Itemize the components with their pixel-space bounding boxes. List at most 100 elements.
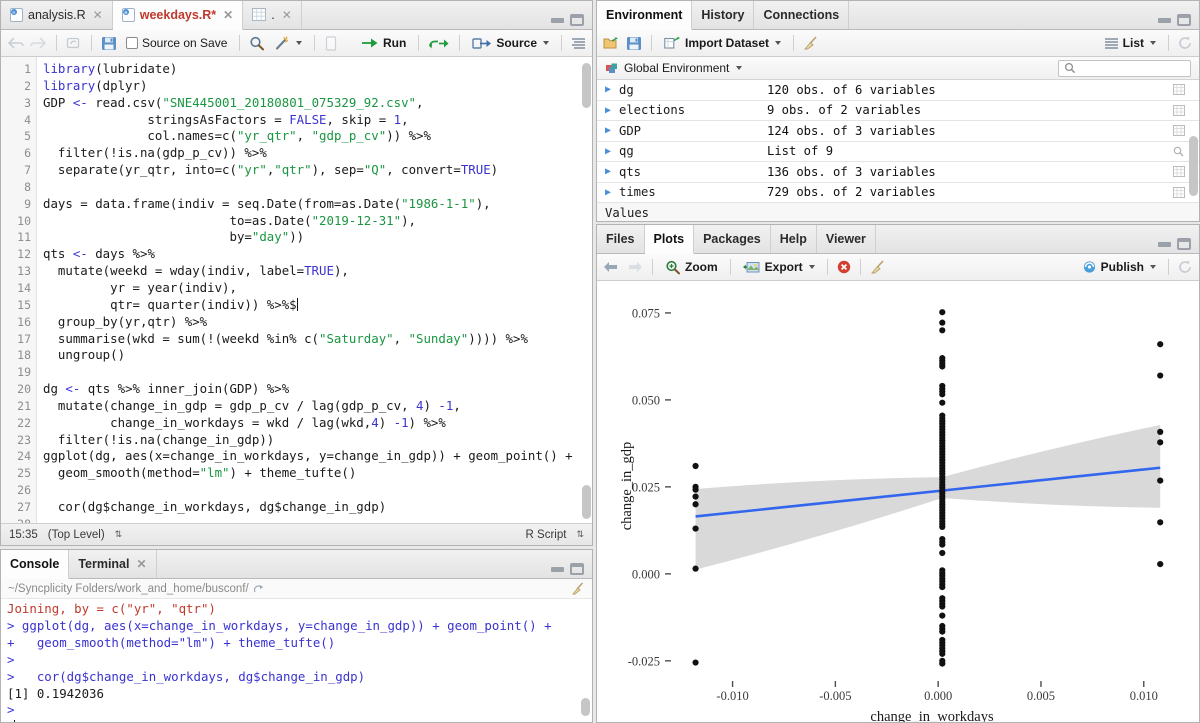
code-line[interactable]: dg <- qts %>% inner_join(GDP) %>% — [43, 381, 592, 398]
show-in-new-window-icon[interactable] — [66, 36, 82, 50]
tab-connections[interactable]: Connections — [754, 1, 850, 29]
close-icon[interactable]: ✕ — [223, 8, 233, 22]
code-line[interactable] — [43, 364, 592, 381]
tab-history[interactable]: History — [692, 1, 755, 29]
maximize-pane-icon[interactable] — [570, 563, 584, 575]
environment-row[interactable]: ▶ qg List of 9 — [597, 142, 1199, 162]
table-view-icon[interactable] — [1173, 84, 1199, 96]
save-icon[interactable] — [101, 36, 117, 51]
code-line[interactable]: separate(yr_qtr, into=c("yr","qtr"), sep… — [43, 162, 592, 179]
publish-menu[interactable]: Publish — [1079, 259, 1159, 275]
broom-icon[interactable] — [803, 36, 819, 50]
code-line[interactable]: ungroup() — [43, 347, 592, 364]
environment-search-input[interactable] — [1076, 62, 1176, 74]
code-line[interactable]: stringsAsFactors = FALSE, skip = 1, — [43, 112, 592, 129]
code-line[interactable]: ggplot(dg, aes(x=change_in_workdays, y=c… — [43, 448, 592, 465]
search-icon[interactable] — [249, 36, 265, 51]
remove-plot-icon[interactable] — [837, 260, 851, 274]
code-line[interactable]: library(dplyr) — [43, 78, 592, 95]
code-line[interactable]: yr = year(indiv), — [43, 280, 592, 297]
tab-console[interactable]: Console — [1, 550, 70, 579]
view-mode-menu[interactable]: List — [1101, 35, 1159, 51]
source-on-save-toggle[interactable]: Source on Save — [123, 35, 230, 51]
refresh-icon[interactable] — [1178, 36, 1193, 50]
re-run-icon[interactable] — [428, 37, 450, 50]
code-line[interactable]: mutate(weekd = wday(indiv, label=TRUE), — [43, 263, 592, 280]
scrollbar-thumb-bottom[interactable] — [582, 485, 591, 519]
tab-packages[interactable]: Packages — [694, 225, 771, 253]
tab-files[interactable]: Files — [597, 225, 645, 253]
code-line[interactable]: days = data.frame(indiv = seq.Date(from=… — [43, 196, 592, 213]
open-folder-icon[interactable] — [603, 36, 620, 50]
expand-icon[interactable]: ▶ — [597, 84, 619, 95]
environment-row[interactable]: ▶ times 729 obs. of 2 variables — [597, 183, 1199, 203]
code-line[interactable]: mutate(change_in_gdp = gdp_p_cv / lag(gd… — [43, 398, 592, 415]
filetype-chevron-icon[interactable]: ⇅ — [576, 529, 584, 540]
scope-selector[interactable]: (Top Level) — [48, 529, 105, 541]
code-line[interactable]: cor(dg$change_in_workdays, dg$change_in_… — [43, 499, 592, 516]
code-line[interactable]: library(lubridate) — [43, 61, 592, 78]
code-line[interactable]: group_by(yr,qtr) %>% — [43, 314, 592, 331]
filetype-selector[interactable]: R Script — [526, 529, 567, 541]
expand-icon[interactable]: ▶ — [597, 146, 619, 157]
forward-arrow-icon[interactable] — [626, 260, 643, 274]
minimize-pane-icon[interactable] — [1158, 241, 1171, 247]
code-line[interactable]: GDP <- read.csv("SNE445001_20180801_0753… — [43, 95, 592, 112]
expand-icon[interactable]: ▶ — [597, 125, 619, 136]
code-line[interactable]: to=as.Date("2019-12-31"), — [43, 213, 592, 230]
tab-environment[interactable]: Environment — [597, 1, 693, 30]
compile-report-icon[interactable] — [324, 35, 337, 51]
forward-arrow-icon[interactable] — [30, 36, 47, 50]
code-line[interactable]: col.names=c("yr_qtr", "gdp_p_cv")) %>% — [43, 128, 592, 145]
checkbox-icon[interactable] — [126, 37, 138, 49]
expand-icon[interactable]: ▶ — [597, 166, 619, 177]
open-in-files-icon[interactable] — [253, 584, 265, 594]
code-text[interactable]: library(lubridate) library(dplyr) GDP <- r… — [37, 57, 592, 523]
code-line[interactable] — [43, 516, 592, 523]
broom-icon[interactable] — [571, 582, 585, 595]
source-tab-weekdays[interactable]: R weekdays.R* ✕ — [112, 1, 244, 30]
console-output[interactable]: Joining, by = c("yr", "qtr") > ggplot(dg,… — [1, 599, 592, 722]
back-arrow-icon[interactable] — [7, 36, 24, 50]
scope-chevron-icon[interactable]: ⇅ — [115, 529, 123, 540]
source-tab-analysis[interactable]: R analysis.R ✕ — [1, 1, 113, 29]
maximize-pane-icon[interactable] — [1177, 238, 1191, 250]
maximize-pane-icon[interactable] — [570, 14, 584, 26]
expand-icon[interactable]: ▶ — [597, 105, 619, 116]
code-line[interactable]: summarise(wkd = sum(!(weekd %in% c("Satu… — [43, 331, 592, 348]
expand-icon[interactable]: ▶ — [597, 187, 619, 198]
tab-terminal[interactable]: Terminal ✕ — [69, 550, 157, 578]
run-button[interactable]: Run — [358, 35, 409, 51]
broom-icon[interactable] — [870, 260, 886, 274]
code-line[interactable]: filter(!is.na(gdp_p_cv)) %>% — [43, 145, 592, 162]
code-line[interactable]: by="day")) — [43, 229, 592, 246]
tab-help[interactable]: Help — [771, 225, 817, 253]
source-tab-data[interactable]: . ✕ — [243, 1, 302, 29]
editor-scrollbar[interactable] — [582, 59, 591, 521]
code-editor[interactable]: 1 2 3 4 5 6 7 8 9 10 11 12 13 14 15 16 17 18 19 20 21 22 23 24 2… — [1, 57, 592, 523]
code-tools-menu[interactable] — [271, 35, 305, 52]
close-icon[interactable]: ✕ — [136, 557, 146, 571]
code-line[interactable]: qtr= quarter(indiv)) %>%$ — [43, 297, 592, 314]
code-line[interactable] — [43, 482, 592, 499]
environment-search-box[interactable] — [1058, 59, 1191, 77]
tab-plots[interactable]: Plots — [644, 225, 695, 254]
save-icon[interactable] — [626, 36, 642, 51]
environment-row[interactable]: ▶ GDP 124 obs. of 3 variables — [597, 121, 1199, 142]
environment-row[interactable]: ▶ qts 136 obs. of 3 variables — [597, 162, 1199, 183]
close-icon[interactable]: ✕ — [93, 8, 103, 22]
source-button[interactable]: Source — [469, 35, 552, 51]
tab-viewer[interactable]: Viewer — [817, 225, 876, 253]
refresh-icon[interactable] — [1178, 260, 1193, 274]
code-line[interactable]: qts <- days %>% — [43, 246, 592, 263]
code-line[interactable]: geom_smooth(method="lm") + theme_tufte() — [43, 465, 592, 482]
minimize-pane-icon[interactable] — [551, 566, 564, 572]
plot-canvas[interactable]: -0.025 0.000 0.025 0.050 0.075 -0.010 -0.005 0.… — [597, 281, 1199, 722]
environment-row[interactable]: ▶ elections 9 obs. of 2 variables — [597, 101, 1199, 121]
maximize-pane-icon[interactable] — [1177, 14, 1191, 26]
back-arrow-icon[interactable] — [603, 260, 620, 274]
import-dataset-menu[interactable]: Import Dataset — [661, 35, 784, 51]
close-icon[interactable]: ✕ — [282, 8, 292, 22]
scrollbar-thumb[interactable] — [581, 698, 590, 716]
environment-row[interactable]: ▶ dg 120 obs. of 6 variables — [597, 80, 1199, 101]
